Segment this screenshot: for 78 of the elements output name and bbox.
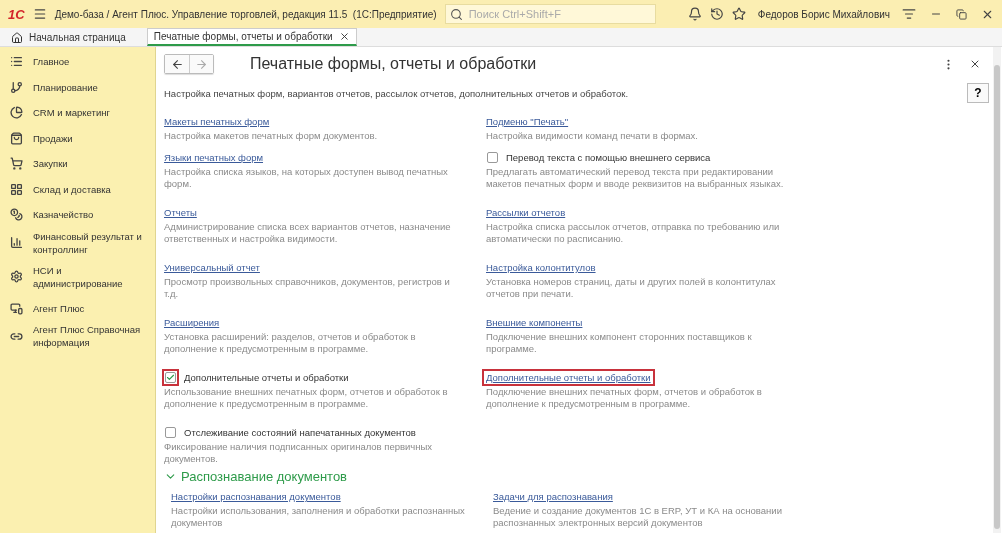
description-text: Настройка видимости команд печати в формах.: [486, 130, 699, 142]
settings-link[interactable]: Макеты печатных форм: [160, 113, 274, 130]
settings-link[interactable]: Внешние компоненты: [482, 314, 587, 331]
description-text: Подключение внешних компонент сторонних поставщиков к программе.: [486, 331, 753, 355]
description-text: Использование внешних печатных форм, отчетов и обработок в дополнение к предусмотренным в программе.: [164, 386, 449, 410]
back-button[interactable]: [165, 55, 189, 73]
close-icon[interactable]: [338, 31, 350, 42]
grid-icon: [10, 182, 23, 196]
sidebar-item[interactable]: Агент Плюс Справочная информация: [0, 321, 155, 351]
menu-icon[interactable]: [32, 7, 47, 21]
checkbox[interactable]: [162, 424, 179, 441]
description-text: Предлагать автоматический перевод текста при редактировании макетов печатных форм и вводе реквизитов на выбранных языках.: [486, 166, 785, 190]
description-text: Подключение внешних печатных форм, отчетов и обработок в дополнение к предусмотренным в программе.: [486, 386, 763, 410]
form-description: Настройка печатных форм, вариантов отчетов, рассылок отчетов, дополнительных отчетов и обработок.: [164, 87, 629, 99]
sidebar-item[interactable]: Главное: [0, 49, 155, 75]
form-title: Печатные формы, отчеты и обработки: [250, 55, 538, 73]
description-text: Фиксирование наличия подписанных оригиналов первичных документов.: [164, 441, 434, 465]
settings-link[interactable]: Настройка колонтитулов: [482, 259, 600, 276]
description-text: Настройка макетов печатных форм документов.: [164, 130, 379, 142]
group-toggle[interactable]: Распознавание документов: [164, 469, 985, 484]
search-input[interactable]: Поиск Ctrl+Shift+F: [466, 7, 651, 21]
sidebar-item[interactable]: Продажи: [0, 125, 155, 151]
description-text: Администрирование списка всех вариантов отчетов, назначение ответственных и настройка видимости.: [164, 221, 452, 245]
bell-icon[interactable]: [687, 7, 702, 21]
sidebar-item[interactable]: Финансовый результат и контроллинг: [0, 227, 155, 258]
description-text: Просмотр произвольных справочников, документов, регистров и т.д.: [164, 276, 451, 300]
settings-link[interactable]: Рассылки отчетов: [482, 204, 570, 221]
cart-icon: [10, 157, 23, 171]
checkbox[interactable]: [162, 369, 179, 386]
settings-link[interactable]: Дополнительные отчеты и обработки: [482, 369, 655, 386]
help-button[interactable]: ?: [967, 83, 989, 103]
arrow-right-icon: [195, 57, 208, 71]
description-text: Установка расширений: разделов, отчетов и обработок в дополнение к предусмотренным в программе.: [164, 331, 417, 355]
star-icon[interactable]: [731, 7, 746, 21]
sidebar-item[interactable]: Казначейство: [0, 202, 155, 228]
scrollbar[interactable]: [993, 47, 1001, 533]
sidebar-item[interactable]: Планирование: [0, 74, 155, 100]
settings-link[interactable]: Универсальный отчет: [160, 259, 264, 276]
description-text: Настройка списка языков, на которых доступен вывод печатных форм.: [164, 166, 449, 190]
search-icon: [449, 7, 463, 21]
user-name[interactable]: Федоров Борис Михайлович: [757, 8, 890, 20]
bar-chart-icon: [10, 236, 23, 249]
checkbox-label: Перевод текста с помощью внешнего сервиса: [506, 151, 711, 165]
checkbox[interactable]: [484, 149, 501, 166]
description-text: Настройки использования, заполнения и обработки распознанных документов: [171, 505, 466, 529]
sidebar-item[interactable]: CRM и маркетинг: [0, 100, 155, 126]
close-icon[interactable]: [969, 58, 981, 70]
list-icon: [10, 55, 23, 69]
settings-link[interactable]: Расширения: [160, 314, 224, 331]
tab[interactable]: Печатные формы, отчеты и обработки: [146, 28, 357, 46]
settings-link[interactable]: Настройки распознавания документов: [167, 488, 345, 505]
description-text: Установка номеров страниц, даты и других полей в колонтитулах отчетов при печати.: [486, 276, 777, 300]
search-field[interactable]: Поиск Ctrl+Shift+F: [444, 4, 656, 24]
bag-icon: [10, 131, 23, 145]
settings-link[interactable]: Задачи для распознавания: [489, 488, 617, 505]
monitor-icon: [10, 301, 23, 315]
home-icon: [11, 31, 23, 44]
gear-icon: [10, 270, 23, 283]
sidebar-item[interactable]: Склад и доставка: [0, 176, 155, 202]
sidebar-item[interactable]: Агент Плюс: [0, 295, 155, 321]
checkbox-label: Отслеживание состояний напечатанных документов: [184, 426, 416, 440]
settings-link[interactable]: Языки печатных форм: [160, 149, 267, 166]
pie-chart-icon: [10, 106, 23, 120]
sidebar-item[interactable]: НСИ и администрирование: [0, 261, 155, 292]
tab[interactable]: Начальная страница: [4, 28, 133, 46]
arrow-left-icon: [170, 57, 184, 71]
check-icon: [166, 372, 175, 383]
restore-icon[interactable]: [956, 8, 967, 20]
window-title: Демо-база / Агент Плюс. Управление торговлей, редакция 11.5 (1С:Предприятие): [54, 8, 437, 20]
app-logo: 1С: [8, 6, 25, 22]
checkbox-label: Дополнительные отчеты и обработки: [184, 371, 349, 385]
description-text: Настройка списка рассылок отчетов, отправка по требованию или автоматически по расписанию.: [486, 221, 781, 245]
settings-link[interactable]: Отчеты: [160, 204, 201, 221]
coins-icon: [10, 208, 23, 222]
sidebar-item[interactable]: Закупки: [0, 151, 155, 177]
description-text: Ведение и создание документов 1С в ERP, УТ и КА на основании распознанных электронных версий документов: [493, 505, 783, 529]
history-icon[interactable]: [709, 7, 724, 21]
settings-link[interactable]: Подменю "Печать": [482, 113, 573, 130]
